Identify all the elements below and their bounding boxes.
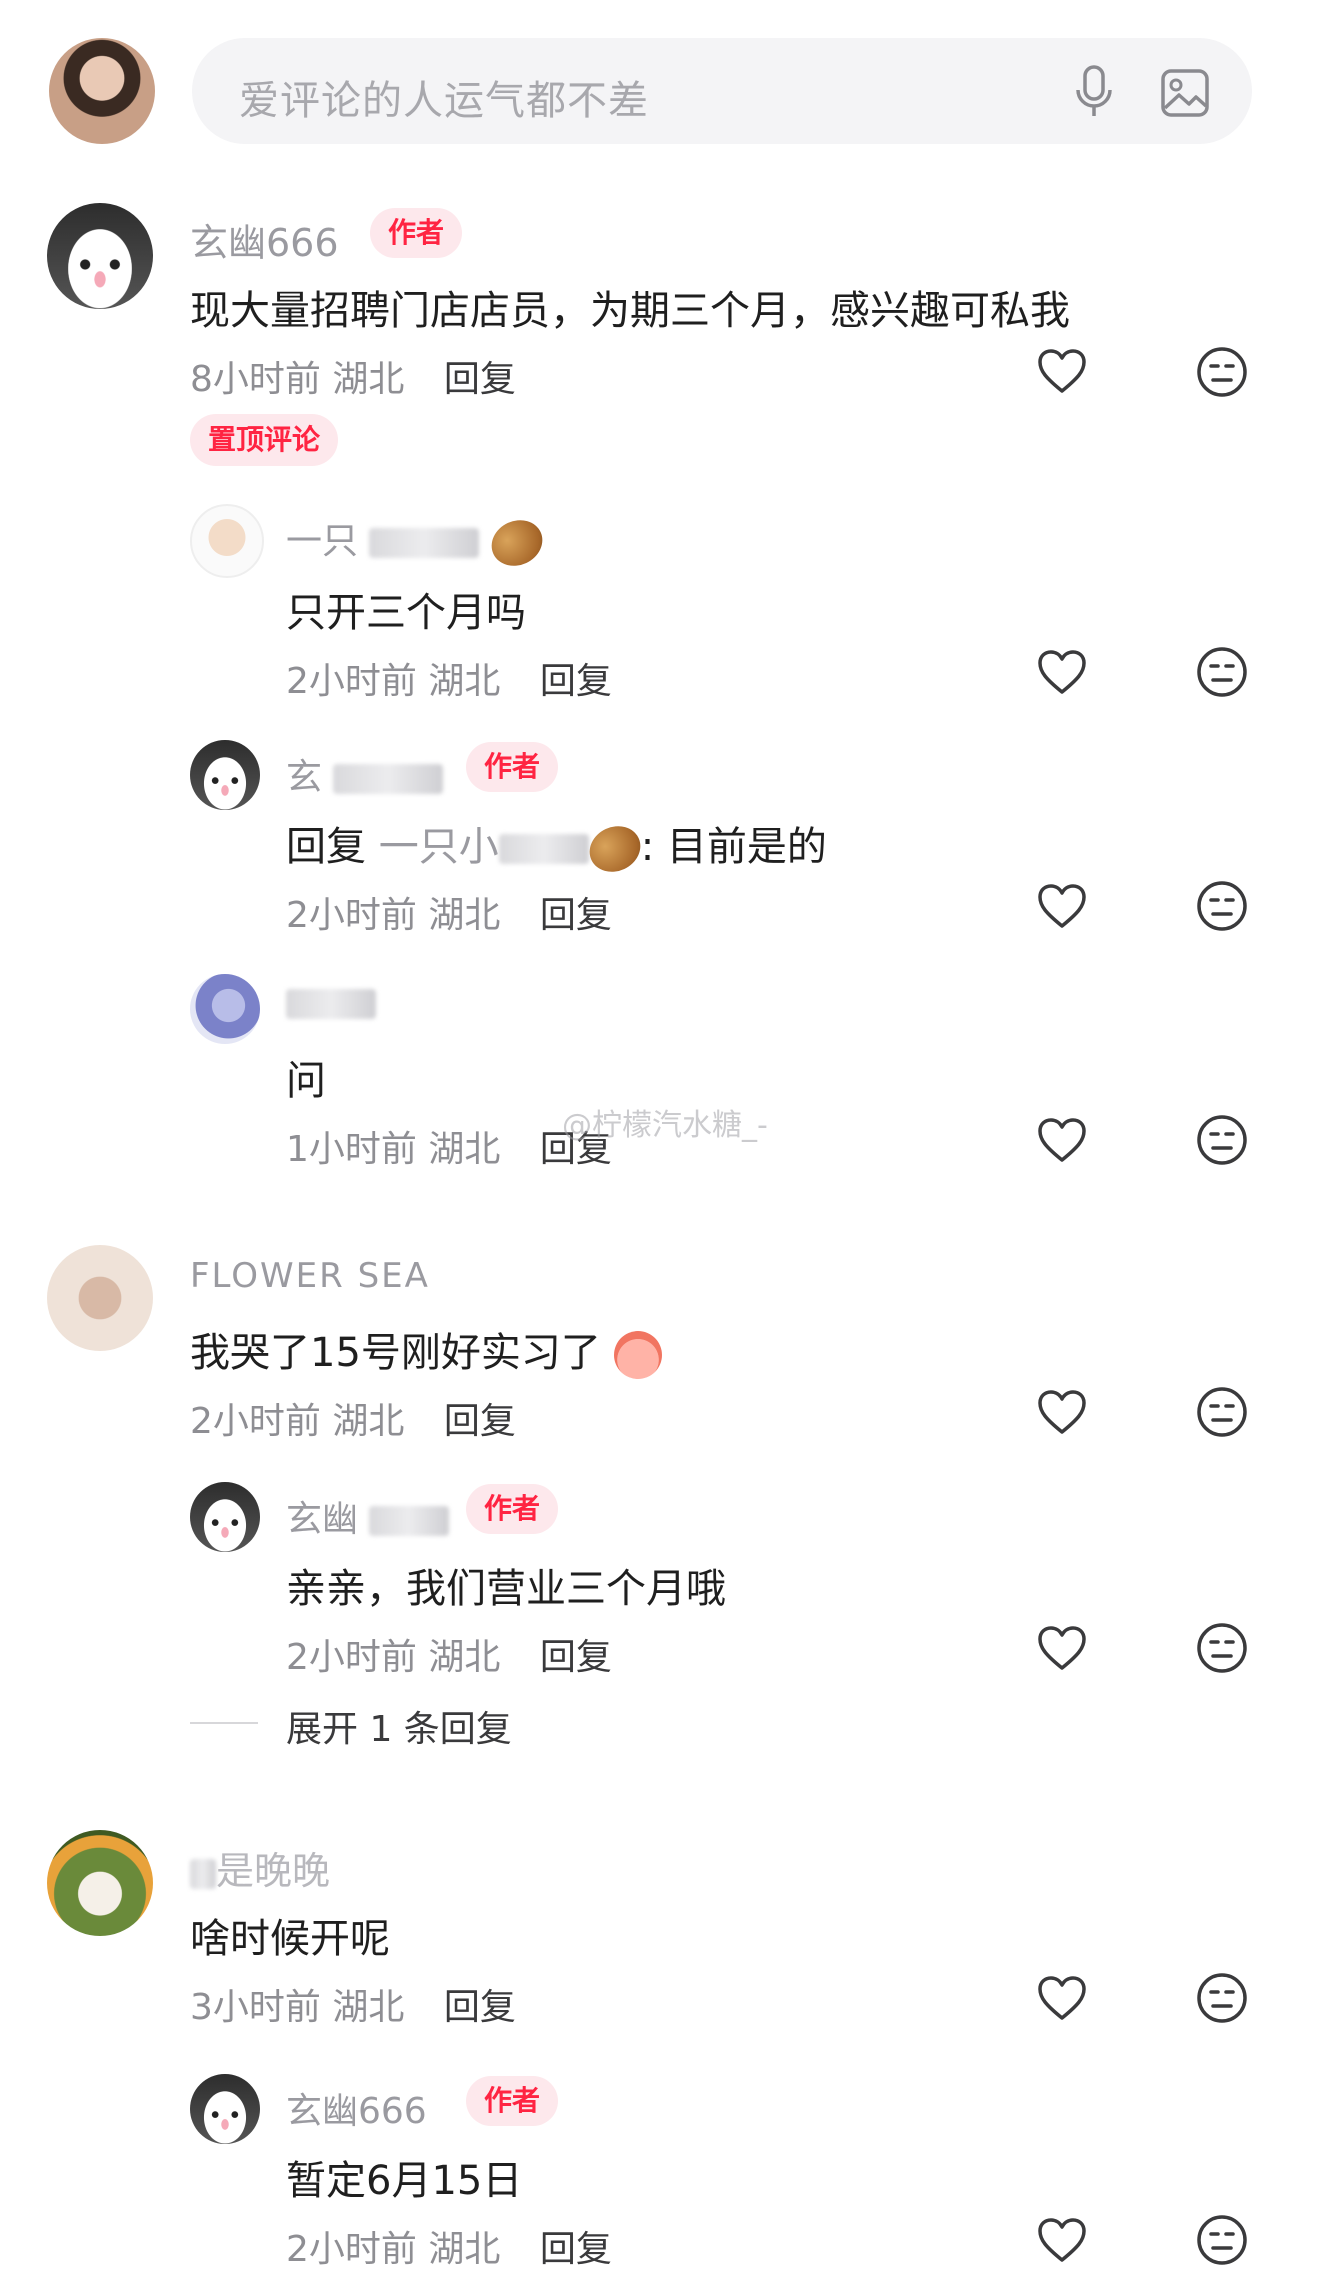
neutral-face-icon[interactable]: [1196, 1114, 1248, 1166]
heart-outline-icon[interactable]: [1036, 1624, 1088, 1672]
reply-button[interactable]: 回复: [444, 1987, 516, 2028]
avatar[interactable]: [190, 740, 260, 810]
reply-author-name[interactable]: 一只: [286, 512, 550, 574]
neutral-face-icon[interactable]: [1196, 1972, 1248, 2024]
reply-button[interactable]: 回复: [540, 2229, 612, 2270]
heart-outline-icon[interactable]: [1036, 648, 1088, 696]
comment-author-name[interactable]: 是晚晚: [190, 1840, 330, 1895]
avatar[interactable]: [190, 2074, 260, 2144]
heart-outline-icon[interactable]: [1036, 1388, 1088, 1436]
reply-meta: 2小时前 湖北 回复: [286, 2229, 612, 2270]
neutral-face-icon[interactable]: [1196, 1622, 1248, 1674]
image-icon[interactable]: [1160, 68, 1210, 118]
comment-input[interactable]: 爱评论的人运气都不差: [192, 38, 1252, 144]
reply-button[interactable]: 回复: [444, 359, 516, 400]
reply-target-name[interactable]: 一只小: [379, 824, 499, 870]
comment-author-name[interactable]: 玄幽666: [190, 212, 339, 267]
reply-button[interactable]: 回复: [540, 1637, 612, 1678]
heart-outline-icon[interactable]: [1036, 1116, 1088, 1164]
reply-author-name[interactable]: 玄: [286, 748, 444, 800]
avatar[interactable]: [47, 203, 153, 309]
author-badge: 作者: [466, 1484, 559, 1534]
expand-replies-button[interactable]: 展开 1 条回复: [286, 1700, 512, 1752]
heart-outline-icon[interactable]: [1036, 347, 1088, 395]
neutral-face-icon[interactable]: [1196, 1386, 1248, 1438]
comment-input-placeholder: 爱评论的人运气都不差: [239, 78, 649, 124]
potato-emoji: [581, 818, 648, 880]
reply-meta: 2小时前 湖北 回复: [286, 895, 612, 936]
comment-text: 我哭了15号刚好实习了: [190, 1320, 662, 1379]
neutral-face-icon[interactable]: [1196, 2214, 1248, 2266]
comment-meta: 8小时前 湖北 回复: [190, 350, 516, 402]
comment-time: 8小时前: [190, 359, 321, 400]
microphone-icon[interactable]: [1074, 64, 1114, 120]
reply-text: 回复 一只小: 目前是的: [286, 814, 827, 880]
author-badge: 作者: [466, 742, 559, 792]
comment-input-bar: 爱评论的人运气都不差: [0, 0, 1320, 160]
comment-text: 啥时候开呢: [190, 1916, 390, 1962]
heart-outline-icon[interactable]: [1036, 882, 1088, 930]
reply-author-name[interactable]: [286, 982, 376, 1023]
author-badge: 作者: [466, 2076, 559, 2126]
crying-peach-emoji: [613, 1331, 662, 1379]
heart-outline-icon[interactable]: [1036, 2216, 1088, 2264]
expand-divider: [190, 1722, 258, 1724]
watermark: @柠檬汽水糖_-: [562, 1108, 768, 1143]
neutral-face-icon[interactable]: [1196, 646, 1248, 698]
avatar[interactable]: [190, 504, 264, 578]
pinned-badge: 置顶评论: [190, 414, 339, 466]
reply-text: 只开三个月吗: [286, 590, 526, 636]
my-avatar[interactable]: [49, 38, 155, 144]
reply-text: 亲亲，我们营业三个月哦: [286, 1566, 726, 1612]
avatar[interactable]: [190, 974, 260, 1044]
heart-outline-icon[interactable]: [1036, 1974, 1088, 2022]
neutral-face-icon[interactable]: [1196, 880, 1248, 932]
reply-button[interactable]: 回复: [540, 661, 612, 702]
reply-author-name[interactable]: 玄幽666: [286, 2082, 427, 2134]
potato-emoji: [484, 512, 550, 574]
comment-text: 现大量招聘门店店员，为期三个月，感兴趣可私我: [190, 288, 1070, 334]
reply-author-name[interactable]: 玄幽: [286, 1490, 450, 1542]
comment-meta: 2小时前 湖北 回复: [190, 1401, 516, 1442]
reply-text: 暂定6月15日: [286, 2158, 523, 2204]
reply-meta: 2小时前 湖北 回复: [286, 661, 612, 702]
avatar[interactable]: [47, 1245, 153, 1351]
reply-meta: 2小时前 湖北 回复: [286, 1637, 612, 1678]
comment-author-name[interactable]: FLOWER SEA: [190, 1256, 430, 1296]
neutral-face-icon[interactable]: [1196, 346, 1248, 398]
avatar[interactable]: [47, 1830, 153, 1936]
avatar[interactable]: [190, 1482, 260, 1552]
author-badge: 作者: [370, 208, 463, 258]
reply-button[interactable]: 回复: [444, 1401, 516, 1442]
reply-button[interactable]: 回复: [540, 895, 612, 936]
reply-text: 问: [286, 1058, 326, 1104]
comment-location: 湖北: [332, 359, 405, 400]
comment-meta: 3小时前 湖北 回复: [190, 1987, 516, 2028]
